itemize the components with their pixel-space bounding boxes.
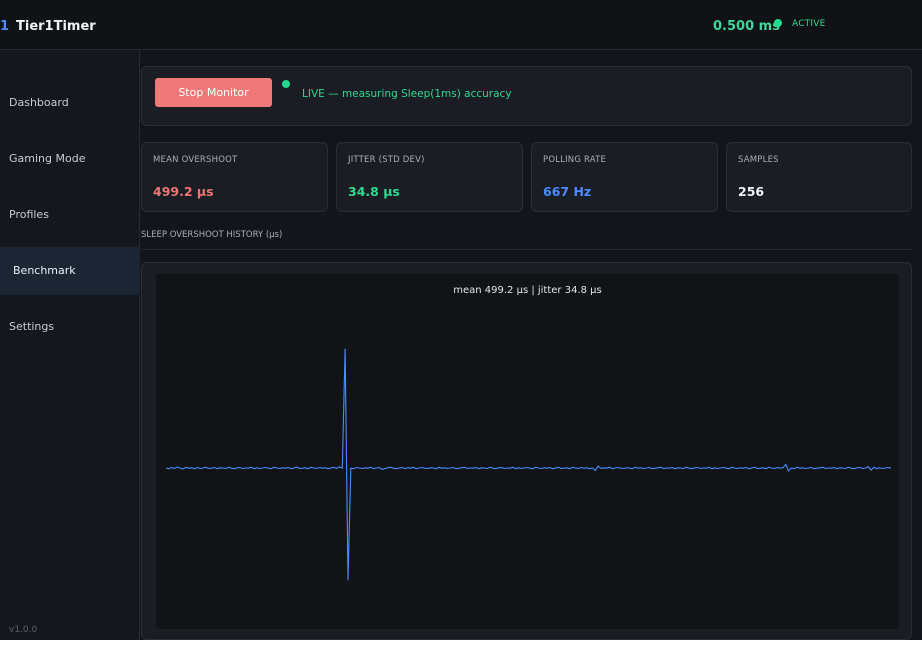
stat-value: 34.8 μs — [348, 184, 400, 199]
divider — [141, 249, 912, 250]
status-dot-icon — [774, 19, 782, 27]
sidebar-item-dashboard[interactable]: Dashboard — [0, 79, 140, 127]
version-label: v1.0.0 — [9, 625, 38, 635]
live-status-text: LIVE — measuring Sleep(1ms) accuracy — [302, 88, 512, 100]
stat-card-polling-rate: POLLING RATE 667 Hz — [531, 142, 718, 212]
overshoot-history-panel: mean 499.2 μs | jitter 34.8 μs — [141, 262, 912, 640]
overshoot-chart: mean 499.2 μs | jitter 34.8 μs — [156, 274, 899, 629]
stat-value: 256 — [738, 184, 765, 199]
sidebar-item-profiles[interactable]: Profiles — [0, 191, 140, 239]
stat-label: JITTER (STD DEV) — [348, 155, 425, 165]
monitor-control-panel: Stop Monitor LIVE — measuring Sleep(1ms)… — [141, 66, 912, 126]
sidebar-item-gaming-mode[interactable]: Gaming Mode — [0, 135, 140, 183]
stat-label: SAMPLES — [738, 155, 779, 165]
status-badge: ACTIVE — [792, 19, 826, 29]
app-title: Tier1Timer — [16, 19, 96, 34]
stat-value: 667 Hz — [543, 184, 592, 199]
stat-card-samples: SAMPLES 256 — [726, 142, 912, 212]
stop-monitor-button[interactable]: Stop Monitor — [155, 78, 272, 107]
stat-card-jitter: JITTER (STD DEV) 34.8 μs — [336, 142, 523, 212]
overshoot-series-line — [165, 348, 892, 581]
header-bar: 1 Tier1Timer 0.500 ms ACTIVE — [0, 0, 922, 50]
app-logo: 1 — [0, 19, 10, 34]
stat-value: 499.2 μs — [153, 184, 214, 199]
stat-label: MEAN OVERSHOOT — [153, 155, 238, 165]
section-title: SLEEP OVERSHOOT HISTORY (μs) — [141, 230, 283, 240]
stat-card-mean-overshoot: MEAN OVERSHOOT 499.2 μs — [141, 142, 328, 212]
sidebar-item-benchmark[interactable]: Benchmark — [0, 247, 140, 295]
stat-label: POLLING RATE — [543, 155, 607, 165]
app-window: 1 Tier1Timer 0.500 ms ACTIVE Dashboard G… — [0, 0, 922, 640]
chart-plot — [165, 348, 892, 581]
timer-resolution-value: 0.500 ms — [713, 19, 780, 34]
live-indicator-icon — [282, 80, 290, 88]
sidebar: Dashboard Gaming Mode Profiles Benchmark… — [0, 50, 140, 640]
sidebar-item-settings[interactable]: Settings — [0, 303, 140, 351]
